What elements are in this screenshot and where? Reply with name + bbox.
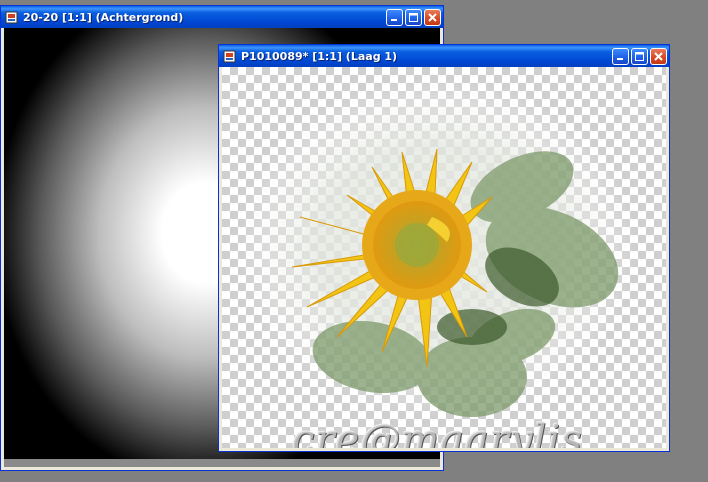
minimize-icon (391, 19, 397, 21)
minimize-icon (617, 58, 623, 60)
maximize-button[interactable] (631, 48, 648, 65)
close-icon (428, 13, 437, 22)
titlebar[interactable]: P1010089* [1:1] (Laag 1) (219, 45, 669, 67)
minimize-button[interactable] (612, 48, 629, 65)
window-title: 20-20 [1:1] (Achtergrond) (23, 10, 184, 24)
app-icon (223, 50, 236, 62)
close-icon (654, 52, 663, 61)
sunflower-image (237, 77, 637, 417)
titlebar[interactable]: 20-20 [1:1] (Achtergrond) (1, 6, 443, 28)
minimize-button[interactable] (386, 9, 403, 26)
close-button[interactable] (650, 48, 667, 65)
window-layer[interactable]: P1010089* [1:1] (Laag 1) cre@maarylis (218, 44, 670, 452)
watermark-text: cre@maarylis (292, 417, 583, 448)
maximize-icon (635, 52, 644, 61)
maximize-button[interactable] (405, 9, 422, 26)
app-icon (5, 11, 18, 23)
window-title: P1010089* [1:1] (Laag 1) (241, 49, 398, 63)
close-button[interactable] (424, 9, 441, 26)
canvas-layer[interactable]: cre@maarylis (222, 67, 666, 448)
maximize-icon (409, 13, 418, 22)
